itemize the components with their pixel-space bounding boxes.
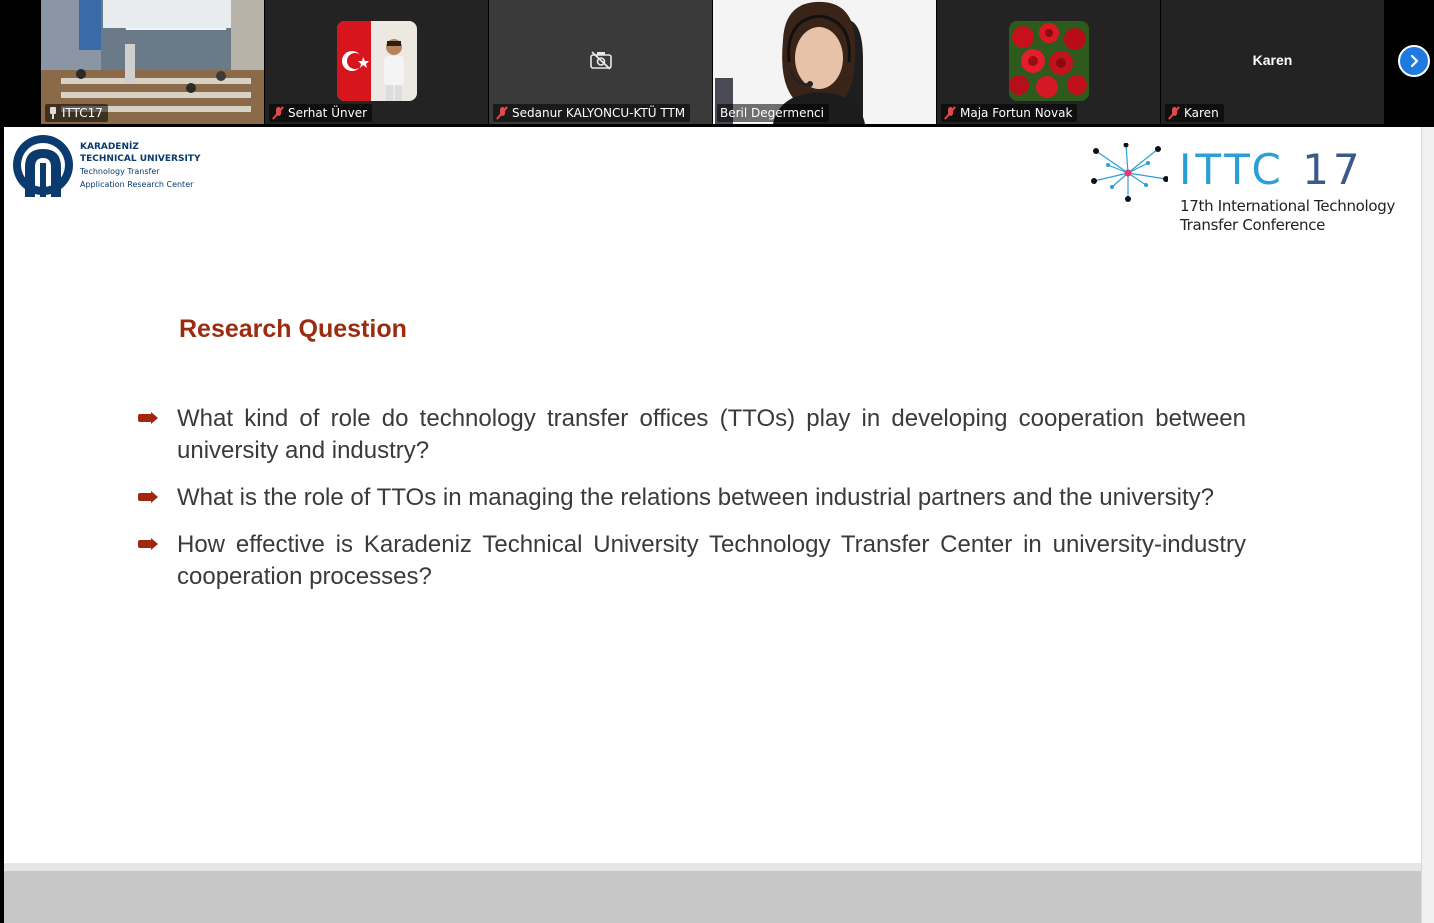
- conference-subtitle-line2: Transfer Conference: [1180, 216, 1326, 234]
- slide-bottom-border: [4, 863, 1421, 871]
- avatar: [1009, 21, 1089, 101]
- participant-name: Maja Fortun Novak: [960, 106, 1073, 120]
- participant-tile-serhat[interactable]: Serhat Ünver: [265, 0, 488, 124]
- participant-name: Karen: [1184, 106, 1219, 120]
- participant-name: Serhat Ünver: [288, 106, 368, 120]
- mic-off-icon: [272, 106, 284, 120]
- participant-name-tag: ITTC17: [45, 104, 108, 122]
- participant-strip: ITTC17 Serhat Ünver Sedanur KALYONCU-KTÜ…: [0, 0, 1434, 126]
- participant-name-tag: Beril Degermenci: [717, 104, 829, 122]
- conference-title-number: 17: [1302, 145, 1364, 194]
- bullet-text: What is the role of TTOs in managing the…: [177, 484, 1215, 511]
- chevron-right-icon: [1410, 54, 1419, 68]
- participant-name: Beril Degermenci: [720, 106, 824, 120]
- share-footer-area: [4, 871, 1421, 923]
- participant-tile-maja[interactable]: Maja Fortun Novak: [937, 0, 1160, 124]
- shared-slide: KARADENİZ TECHNICAL UNIVERSITY Technolog…: [4, 127, 1421, 863]
- participant-name: Sedanur KALYONCU-KTÜ TTM: [512, 106, 686, 120]
- research-question-list: What kind of role do technology transfer…: [138, 403, 1246, 608]
- university-line4: Application Research Center: [80, 180, 194, 189]
- participant-name-tag: Karen: [1165, 104, 1224, 122]
- arrow-bullet-icon: [138, 538, 160, 550]
- list-item: How effective is Karadeniz Technical Uni…: [138, 529, 1246, 593]
- participant-tile-sedanur[interactable]: Sedanur KALYONCU-KTÜ TTM: [489, 0, 712, 124]
- slide-heading: Research Question: [179, 315, 407, 343]
- bullet-text: How effective is Karadeniz Technical Uni…: [177, 531, 1246, 590]
- list-item: What kind of role do technology transfer…: [138, 403, 1246, 467]
- university-line2: TECHNICAL UNIVERSITY: [80, 154, 201, 164]
- list-item: What is the role of TTOs in managing the…: [138, 482, 1246, 514]
- bullet-text: What kind of role do technology transfer…: [177, 405, 1246, 464]
- pin-icon: [48, 107, 58, 119]
- avatar: [337, 21, 417, 101]
- camera-off-icon: [590, 51, 612, 70]
- ittc-network-icon: [1091, 143, 1168, 202]
- participant-name-tag: Sedanur KALYONCU-KTÜ TTM: [493, 104, 691, 122]
- participant-display-name: Karen: [1252, 52, 1293, 68]
- university-line1: KARADENİZ: [80, 142, 139, 152]
- next-participants-button[interactable]: [1398, 45, 1430, 77]
- participant-name: ITTC17: [62, 106, 103, 120]
- arrow-bullet-icon: [138, 491, 160, 503]
- mic-off-icon: [496, 106, 508, 120]
- university-line3: Technology Transfer: [80, 167, 160, 176]
- conference-title-letters: ITTC: [1179, 145, 1285, 194]
- participant-name-tag: Serhat Ünver: [269, 104, 373, 122]
- participant-tile-beril[interactable]: Beril Degermenci: [713, 0, 936, 124]
- vertical-scrollbar[interactable]: [1421, 127, 1434, 923]
- ktu-logo: [13, 135, 73, 197]
- university-name: KARADENİZ TECHNICAL UNIVERSITY Technolog…: [80, 141, 200, 191]
- conference-subtitle-line1: 17th International Technology: [1180, 197, 1396, 215]
- arrow-bullet-icon: [138, 412, 160, 424]
- mic-off-icon: [1168, 106, 1180, 120]
- conference-subtitle: 17th International Technology Transfer C…: [1180, 197, 1395, 235]
- participant-name-tag: Maja Fortun Novak: [941, 104, 1078, 122]
- participant-tile-karen[interactable]: Karen Karen: [1161, 0, 1384, 124]
- mic-off-icon: [944, 106, 956, 120]
- conference-logo-title: ITTC 17: [1179, 147, 1364, 193]
- participant-tile-ittc17[interactable]: ITTC17: [41, 0, 264, 124]
